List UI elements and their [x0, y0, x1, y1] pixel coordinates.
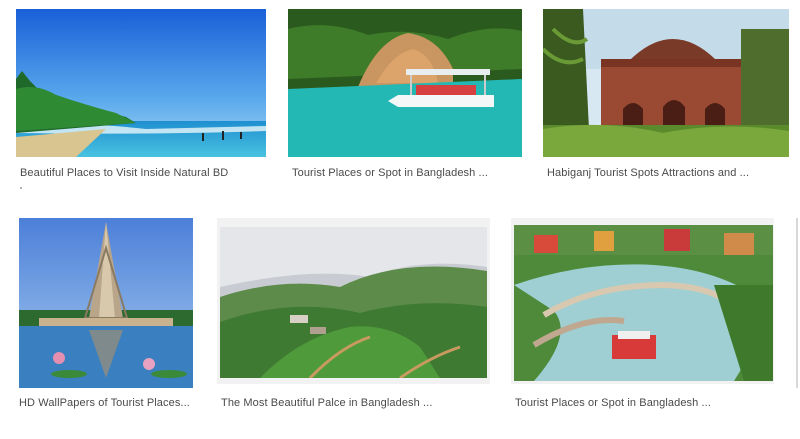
result-thumbnail-hills[interactable] [220, 227, 487, 378]
result-caption[interactable]: Habiganj Tourist Spots Attractions and .… [547, 167, 749, 179]
result-caption[interactable]: Tourist Places or Spot in Bangladesh ... [515, 397, 711, 409]
result-card[interactable]: Tourist Places or Spot in Bangladesh ... [288, 9, 522, 189]
result-thumbnail-monument[interactable] [19, 218, 193, 388]
result-thumbnail-mosque[interactable] [543, 9, 789, 157]
result-caption[interactable]: Beautiful Places to Visit Inside Natural… [20, 167, 228, 179]
result-card[interactable]: Beautiful Places to Visit Inside Natural… [16, 9, 266, 189]
result-thumbnail-beach[interactable] [16, 9, 266, 157]
result-thumbnail-water-park[interactable] [514, 225, 773, 381]
divider-dot [20, 187, 22, 189]
result-caption[interactable]: Tourist Places or Spot in Bangladesh ... [292, 167, 488, 179]
result-caption[interactable]: The Most Beautiful Palce in Bangladesh .… [221, 397, 433, 409]
result-card[interactable]: Habiganj Tourist Spots Attractions and .… [543, 9, 789, 189]
result-card[interactable]: The Most Beautiful Palce in Bangladesh .… [217, 218, 490, 414]
result-card[interactable]: HD WallPapers of Tourist Places... [19, 218, 195, 414]
result-thumbnail-boat[interactable] [288, 9, 522, 157]
result-caption[interactable]: HD WallPapers of Tourist Places... [19, 397, 190, 409]
result-card[interactable]: Tourist Places or Spot in Bangladesh ... [511, 218, 774, 414]
next-result-edge [796, 218, 798, 388]
